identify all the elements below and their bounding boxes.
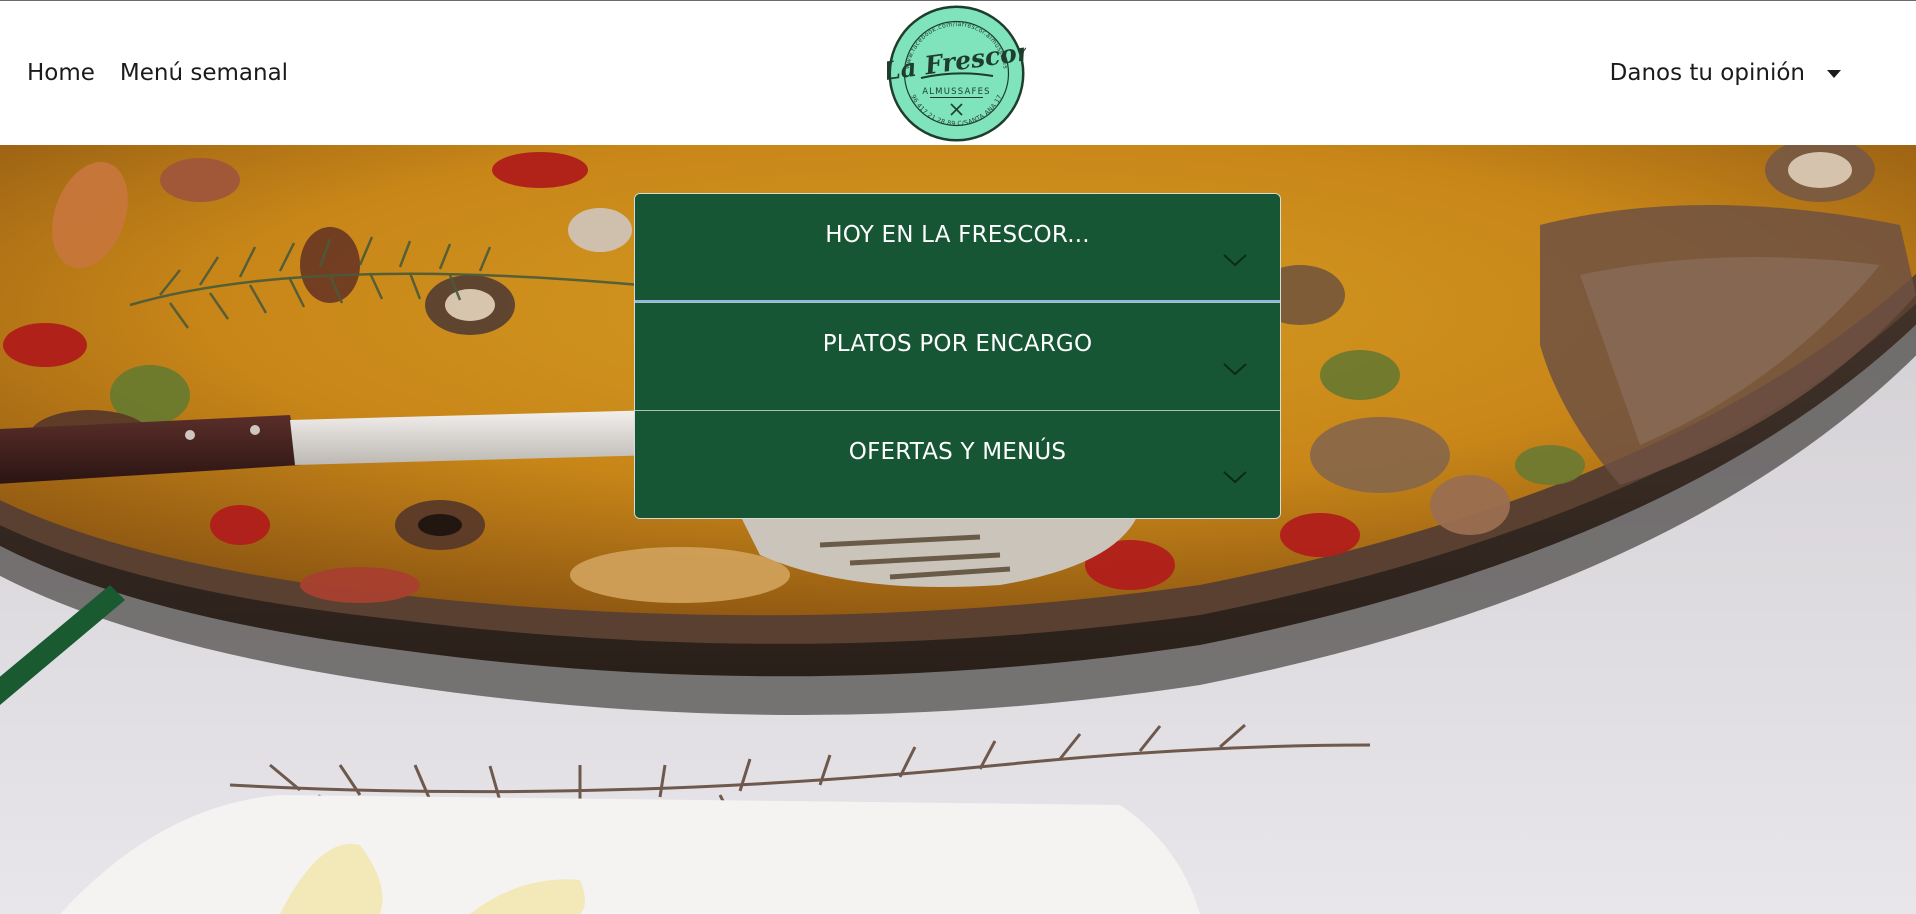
accordion-item-ofertas-y-menus[interactable]: OFERTAS Y MENÚS (635, 410, 1280, 518)
nav-link-menu-semanal[interactable]: Menú semanal (120, 59, 288, 87)
chevron-down-icon (1223, 471, 1247, 484)
navbar: Home Menú semanal www.facebook.com/lafre… (0, 0, 1916, 145)
brand-logo[interactable]: www.facebook.com/lafrescor.almussafes 96… (880, 4, 1033, 143)
chevron-down-icon (1223, 363, 1247, 376)
chevron-down-icon (1223, 254, 1247, 267)
nav-link-home[interactable]: Home (27, 59, 95, 87)
accordion-item-hoy-en-la-frescor[interactable]: HOY EN LA FRESCOR... (635, 194, 1280, 302)
accordion-title: PLATOS POR ENCARGO (822, 331, 1093, 357)
opinion-dropdown-toggle[interactable]: Danos tu opinión (1610, 59, 1841, 87)
logo-badge: www.facebook.com/lafrescor.almussafes 96… (880, 5, 1033, 142)
accordion: HOY EN LA FRESCOR... PLATOS POR ENCARGO … (634, 193, 1281, 519)
caret-down-icon (1827, 70, 1841, 78)
accordion-item-platos-por-encargo[interactable]: PLATOS POR ENCARGO (635, 302, 1280, 410)
accordion-title: HOY EN LA FRESCOR... (825, 222, 1090, 248)
logo-location-text: ALMUSSAFES (922, 87, 991, 97)
accordion-title: OFERTAS Y MENÚS (848, 439, 1067, 465)
opinion-dropdown-label: Danos tu opinión (1609, 60, 1805, 86)
nav-links: Home Menú semanal (27, 59, 288, 87)
